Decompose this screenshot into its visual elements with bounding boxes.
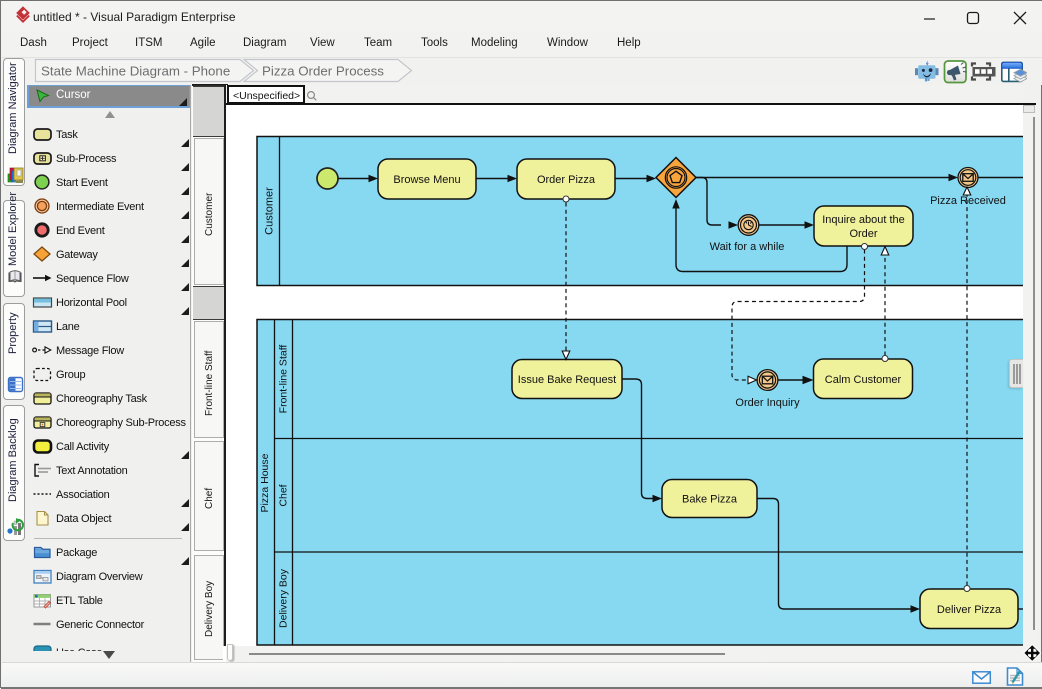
svg-text:State Machine Diagram - Phone: State Machine Diagram - Phone	[41, 64, 230, 79]
svg-text:Order Inquiry: Order Inquiry	[735, 397, 800, 409]
svg-text:Pizza Order Process: Pizza Order Process	[262, 64, 384, 79]
svg-text:Browse Menu: Browse Menu	[393, 174, 460, 186]
svg-text:Issue Bake Request: Issue Bake Request	[518, 374, 616, 386]
svg-text:Front-line Staff: Front-line Staff	[278, 345, 290, 414]
svg-text:Order: Order	[849, 228, 877, 240]
svg-text:Deliver Pizza: Deliver Pizza	[937, 604, 1002, 616]
svg-text:Pizza Received: Pizza Received	[930, 195, 1006, 207]
svg-text:Bake Pizza: Bake Pizza	[682, 494, 738, 506]
svg-text:Inquire about the: Inquire about the	[822, 214, 905, 226]
svg-text:Wait for a while: Wait for a while	[710, 241, 785, 253]
svg-text:Calm Customer: Calm Customer	[825, 374, 902, 386]
svg-text:Order Pizza: Order Pizza	[537, 174, 596, 186]
svg-text:Chef: Chef	[278, 484, 290, 506]
svg-text:Customer: Customer	[264, 187, 276, 235]
svg-text:Pizza House: Pizza House	[259, 453, 271, 512]
svg-text:Delivery Boy: Delivery Boy	[278, 568, 290, 628]
